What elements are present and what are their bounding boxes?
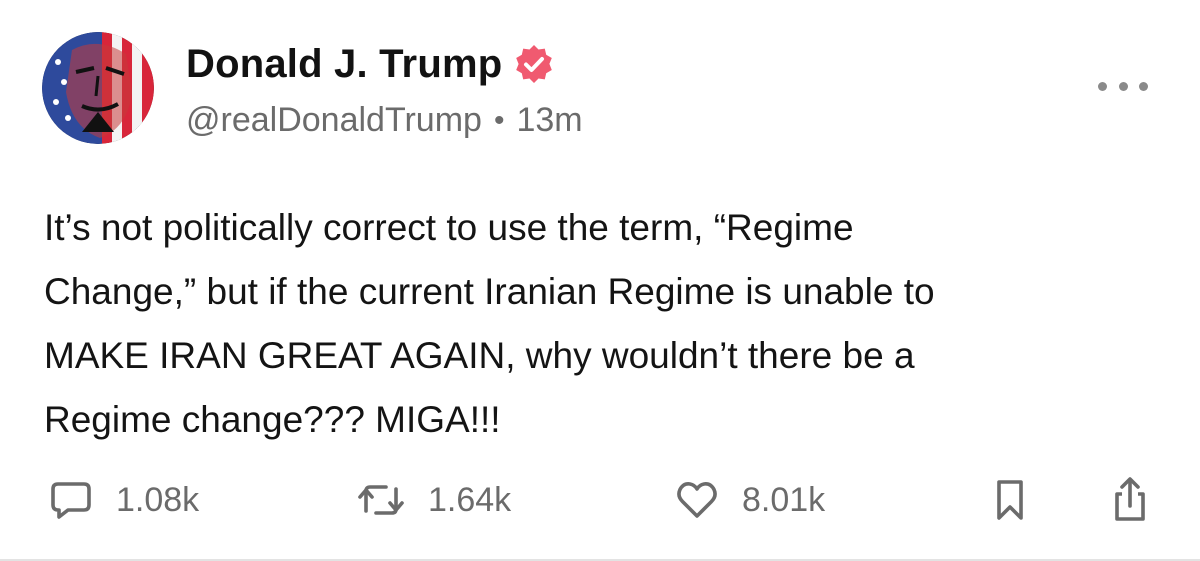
share-icon — [1115, 477, 1145, 521]
repost-button[interactable]: 1.64k — [356, 470, 511, 530]
handle[interactable]: @realDonaldTrump — [186, 101, 482, 140]
verified-badge-icon — [516, 44, 553, 83]
bookmark-icon — [997, 480, 1023, 520]
more-horizontal-icon — [1139, 81, 1148, 91]
handle-row: @realDonaldTrump • 13m — [186, 101, 583, 140]
repost-icon — [358, 485, 404, 515]
more-options-button[interactable] — [1098, 66, 1148, 106]
author-name-row: Donald J. Trump — [186, 42, 556, 87]
timestamp[interactable]: 13m — [516, 101, 582, 140]
post-text-line: Regime change??? MIGA!!! — [44, 399, 501, 440]
comment-icon — [51, 482, 91, 519]
display-name[interactable]: Donald J. Trump — [186, 42, 502, 87]
like-count: 8.01k — [742, 480, 826, 519]
more-horizontal-icon — [1118, 81, 1128, 91]
share-button[interactable] — [1108, 470, 1152, 530]
more-horizontal-icon — [1098, 81, 1107, 91]
post-text-line: MAKE IRAN GREAT AGAIN, why wouldn’t ther… — [44, 335, 915, 376]
bookmark-button[interactable] — [990, 470, 1030, 530]
action-bar: 1.08k 1.64k 8.01k — [0, 470, 1200, 530]
avatar-image — [42, 32, 154, 144]
like-button[interactable]: 8.01k — [674, 470, 825, 530]
repost-count: 1.64k — [428, 480, 512, 519]
post-card: Donald J. Trump @realDonaldTrump • 13m I… — [0, 0, 1200, 561]
reply-button[interactable]: 1.08k — [48, 470, 199, 530]
post-text-line: Change,” but if the current Iranian Regi… — [44, 271, 935, 312]
separator-dot: • — [493, 103, 505, 137]
post-text-line: It’s not politically correct to use the … — [44, 207, 854, 248]
heart-icon — [677, 482, 717, 518]
avatar[interactable] — [42, 32, 154, 144]
post-text: It’s not politically correct to use the … — [44, 196, 1154, 452]
reply-count: 1.08k — [116, 480, 200, 519]
